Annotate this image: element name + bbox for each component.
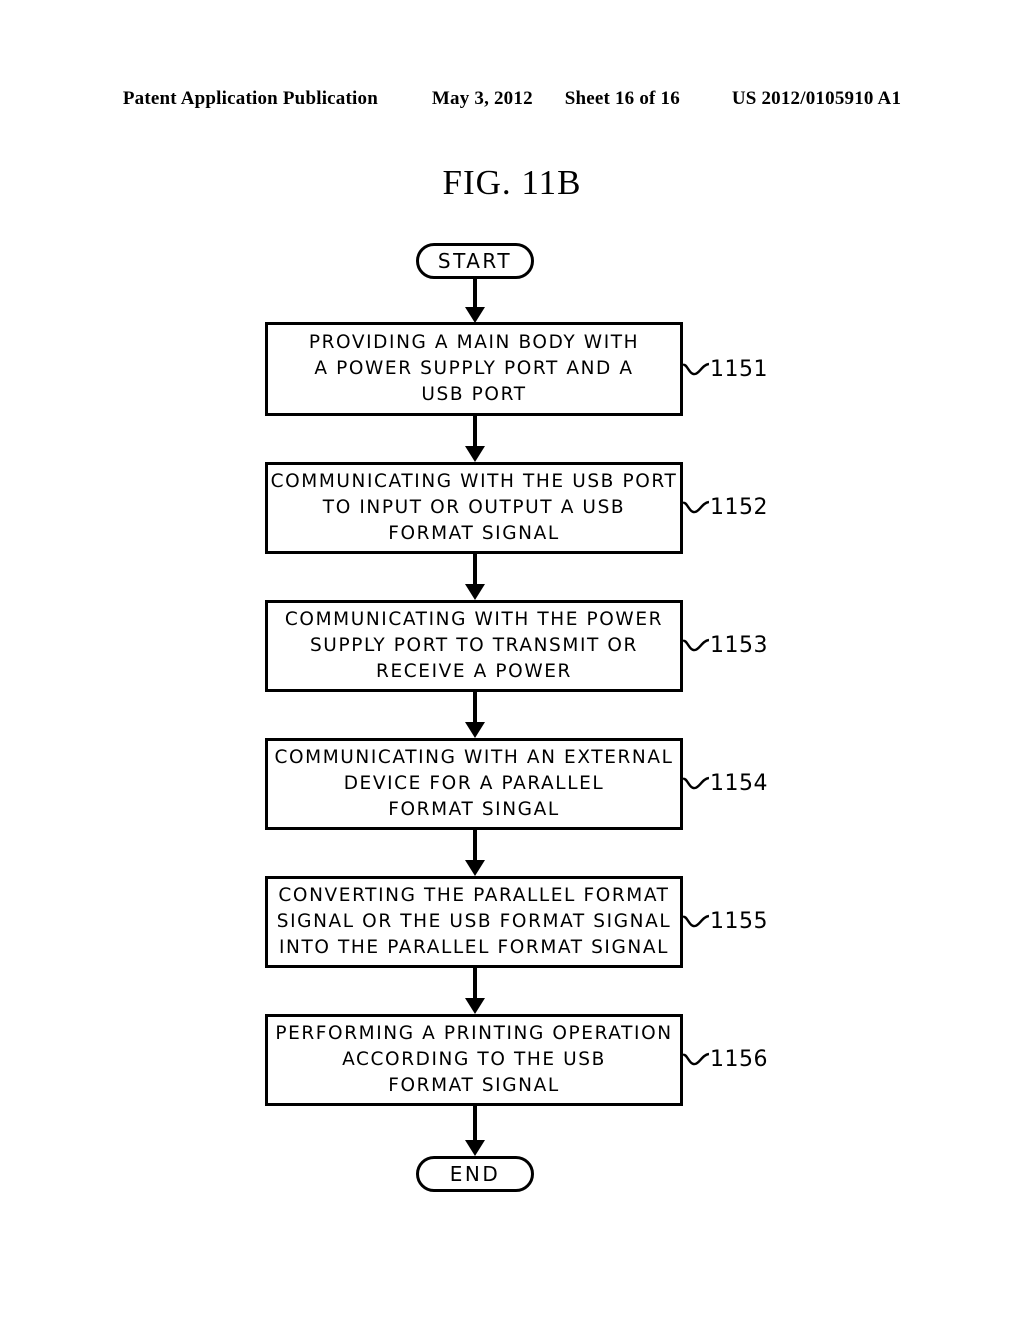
flow-step-box-1156: PERFORMING A PRINTING OPERATION ACCORDIN…: [265, 1014, 683, 1106]
flow-step-1154-line-1: COMMUNICATING WITH AN EXTERNAL: [274, 747, 674, 768]
reference-number-1155: 1155: [710, 909, 768, 934]
flow-step-box-1155: CONVERTING THE PARALLEL FORMAT SIGNAL OR…: [265, 876, 683, 968]
flow-start-terminal: START: [416, 243, 534, 279]
flow-step-1151-line-1: PROVIDING A MAIN BODY WITH: [308, 332, 640, 353]
flow-step-1154-line-2: DEVICE FOR A PARALLEL: [343, 773, 605, 794]
flow-step-box-1154: COMMUNICATING WITH AN EXTERNAL DEVICE FO…: [265, 738, 683, 830]
flow-step-box-1153: COMMUNICATING WITH THE POWER SUPPLY PORT…: [265, 600, 683, 692]
leader-squiggle-icon: [683, 500, 709, 514]
flow-start-label: START: [437, 249, 513, 273]
leader-squiggle-icon: [683, 362, 709, 376]
flow-step-1152-line-1: COMMUNICATING WITH THE USB PORT: [270, 471, 678, 492]
reference-callout-1154: 1154: [683, 769, 768, 799]
reference-number-1154: 1154: [710, 771, 768, 796]
flow-end-label: END: [449, 1162, 501, 1186]
leader-squiggle-icon: [683, 638, 709, 652]
flow-step-box-1151: PROVIDING A MAIN BODY WITH A POWER SUPPL…: [265, 322, 683, 416]
flow-step-1151-line-3: USB PORT: [421, 384, 527, 405]
connector-arrow-start-to-1: [463, 279, 487, 323]
flow-step-1152-line-2: TO INPUT OR OUTPUT A USB: [322, 497, 626, 518]
connector-arrow-2-to-3: [463, 554, 487, 600]
flow-step-1155-line-3: INTO THE PARALLEL FORMAT SIGNAL: [278, 937, 670, 958]
flow-step-1153-line-1: COMMUNICATING WITH THE POWER: [284, 609, 664, 630]
leader-squiggle-icon: [683, 914, 709, 928]
flow-step-1155-line-1: CONVERTING THE PARALLEL FORMAT: [278, 885, 670, 906]
reference-callout-1156: 1156: [683, 1045, 768, 1075]
flow-end-terminal: END: [416, 1156, 534, 1192]
flow-step-box-1152: COMMUNICATING WITH THE USB PORT TO INPUT…: [265, 462, 683, 554]
flow-step-1156-line-2: ACCORDING TO THE USB: [342, 1049, 606, 1070]
flow-step-1156-line-3: FORMAT SIGNAL: [388, 1075, 560, 1096]
reference-callout-1152: 1152: [683, 493, 768, 523]
connector-arrow-3-to-4: [463, 692, 487, 738]
flowchart: START PROVIDING A MAIN BODY WITH A POWER…: [0, 0, 1024, 1320]
flow-step-1153-line-3: RECEIVE A POWER: [376, 661, 572, 682]
flow-step-1153-line-2: SUPPLY PORT TO TRANSMIT OR: [309, 635, 639, 656]
reference-number-1151: 1151: [710, 357, 768, 382]
flow-step-1154-line-3: FORMAT SINGAL: [388, 799, 560, 820]
flow-step-1156-line-1: PERFORMING A PRINTING OPERATION: [275, 1023, 673, 1044]
reference-callout-1151: 1151: [683, 355, 768, 385]
flow-step-1152-line-3: FORMAT SIGNAL: [388, 523, 560, 544]
reference-callout-1153: 1153: [683, 631, 768, 661]
connector-arrow-6-to-end: [463, 1106, 487, 1156]
flow-step-1155-line-2: SIGNAL OR THE USB FORMAT SIGNAL: [276, 911, 672, 932]
reference-number-1153: 1153: [710, 633, 768, 658]
leader-squiggle-icon: [683, 776, 709, 790]
reference-callout-1155: 1155: [683, 907, 768, 937]
reference-number-1156: 1156: [710, 1047, 768, 1072]
reference-number-1152: 1152: [710, 495, 768, 520]
connector-arrow-5-to-6: [463, 968, 487, 1014]
connector-arrow-4-to-5: [463, 830, 487, 876]
connector-arrow-1-to-2: [463, 416, 487, 462]
flow-step-1151-line-2: A POWER SUPPLY PORT AND A: [314, 358, 634, 379]
leader-squiggle-icon: [683, 1052, 709, 1066]
